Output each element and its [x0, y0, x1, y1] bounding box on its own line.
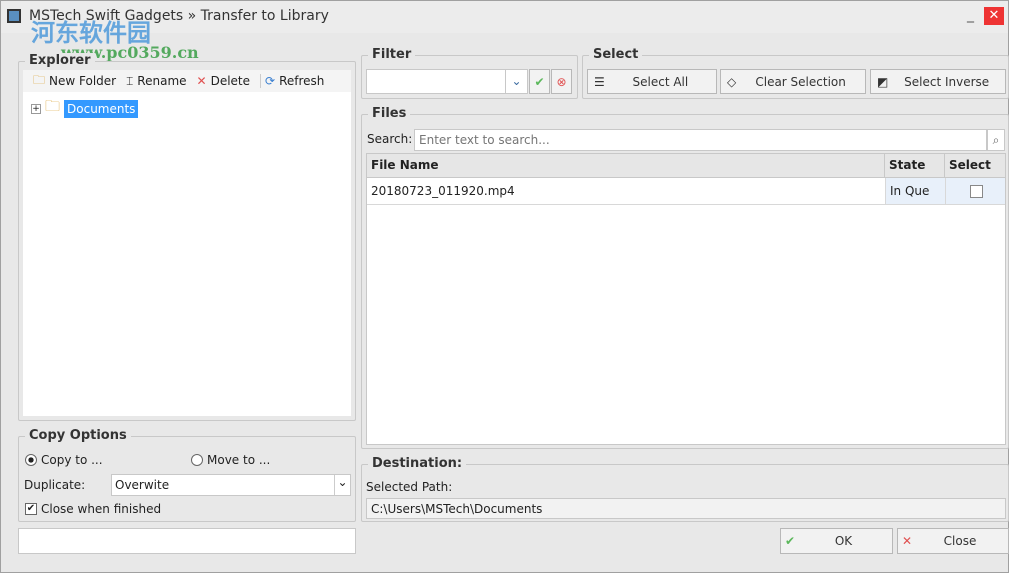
selected-path-field[interactable]: C:\Users\MSTech\Documents — [366, 498, 1006, 519]
close-button[interactable]: ✕ Close — [897, 528, 1009, 554]
search-icon[interactable]: ⌕ — [987, 129, 1005, 151]
new-folder-button[interactable]: 🗀 New Folder — [33, 71, 116, 92]
explorer-toolbar: 🗀 New Folder ⌶ Rename ✕ Delete ⟳ Refresh — [23, 70, 351, 92]
title-bar: MSTech Swift Gadgets » Transfer to Libra… — [1, 1, 1008, 33]
state-cell: In Que — [885, 178, 945, 204]
select-cell — [945, 178, 1005, 204]
checkmark-icon: ✔ — [25, 503, 37, 515]
chevron-down-icon[interactable]: ⌄ — [334, 475, 350, 495]
files-label: Files — [368, 106, 411, 121]
radio-icon — [191, 454, 203, 466]
apply-filter-button[interactable]: ✔ — [529, 69, 550, 94]
radio-selected-icon — [25, 454, 37, 466]
close-icon: ✕ — [902, 534, 913, 548]
column-header-select[interactable]: Select — [945, 154, 1005, 178]
file-name-cell: 20180723_011920.mp4 — [371, 184, 515, 198]
clear-filter-button[interactable]: ⊗ — [551, 69, 572, 94]
copy-options-group: Copy Options Copy to ... Move to ... Dup… — [18, 428, 356, 522]
filter-combo[interactable]: ⌄ — [366, 69, 528, 94]
close-when-finished-checkbox[interactable]: ✔ Close when finished — [25, 502, 161, 516]
column-header-state[interactable]: State — [885, 154, 945, 178]
select-inverse-icon: ◩ — [877, 74, 889, 89]
column-header-file-name[interactable]: File Name — [367, 154, 885, 178]
x-circle-icon: ⊗ — [556, 74, 567, 89]
refresh-icon: ⟳ — [265, 74, 276, 88]
explorer-group: Explorer 🗀 New Folder ⌶ Rename ✕ Delete ⟳ Re… — [18, 53, 356, 421]
search-input[interactable] — [414, 129, 987, 151]
app-icon — [7, 9, 21, 23]
filter-label: Filter — [368, 47, 416, 62]
folder-icon: 🗀 — [45, 97, 61, 115]
select-all-button[interactable]: ☰ Select All — [587, 69, 717, 94]
folder-tree: + 🗀 Documents — [23, 92, 351, 416]
explorer-label: Explorer — [25, 53, 95, 68]
minimize-button[interactable]: _ — [967, 7, 974, 23]
filter-group: Filter ⌄ ✔ ⊗ — [361, 47, 578, 99]
table-row[interactable]: 20180723_011920.mp4 In Que — [367, 178, 1005, 205]
selected-path-label: Selected Path: — [366, 480, 453, 494]
chevron-down-icon[interactable]: ⌄ — [505, 70, 527, 93]
ok-button[interactable]: ✔ OK — [780, 528, 893, 554]
window-close-button[interactable]: ✕ — [984, 7, 1004, 25]
destination-label: Destination: — [368, 456, 467, 471]
delete-icon: ✕ — [196, 74, 207, 88]
status-field — [18, 528, 356, 554]
copy-to-radio[interactable]: Copy to ... — [25, 453, 103, 467]
window-title: MSTech Swift Gadgets » Transfer to Libra… — [29, 8, 329, 24]
move-to-radio[interactable]: Move to ... — [191, 453, 270, 467]
search-label: Search: — [367, 132, 413, 146]
select-inverse-button[interactable]: ◩ Select Inverse — [870, 69, 1006, 94]
duplicate-select[interactable]: Overwite ⌄ — [111, 474, 351, 496]
refresh-button[interactable]: ⟳ Refresh — [260, 74, 324, 88]
rename-button[interactable]: ⌶ Rename — [126, 74, 186, 89]
clear-selection-button[interactable]: ◇ Clear Selection — [720, 69, 866, 94]
copy-options-label: Copy Options — [25, 428, 131, 443]
duplicate-label: Duplicate: — [24, 478, 86, 492]
select-all-icon: ☰ — [594, 74, 605, 89]
tree-item-documents[interactable]: + 🗀 Documents — [31, 96, 139, 121]
destination-group: Destination: Selected Path: C:\Users\MST… — [361, 456, 1009, 522]
row-select-checkbox[interactable] — [970, 185, 983, 198]
new-folder-icon: 🗀 — [33, 72, 46, 87]
rename-icon: ⌶ — [126, 73, 134, 88]
check-circle-icon: ✔ — [785, 534, 796, 548]
delete-button[interactable]: ✕ Delete — [197, 74, 251, 88]
select-label: Select — [589, 47, 643, 62]
expand-icon[interactable]: + — [31, 103, 41, 114]
files-table: File Name State Select 20180723_011920.m… — [366, 153, 1006, 445]
files-group: Files Search: ⌕ File Name State Select 2… — [361, 106, 1009, 449]
check-circle-icon: ✔ — [534, 74, 545, 89]
eraser-icon: ◇ — [727, 74, 737, 89]
select-group: Select ☰ Select All ◇ Clear Selection ◩ Sel… — [582, 47, 1009, 99]
